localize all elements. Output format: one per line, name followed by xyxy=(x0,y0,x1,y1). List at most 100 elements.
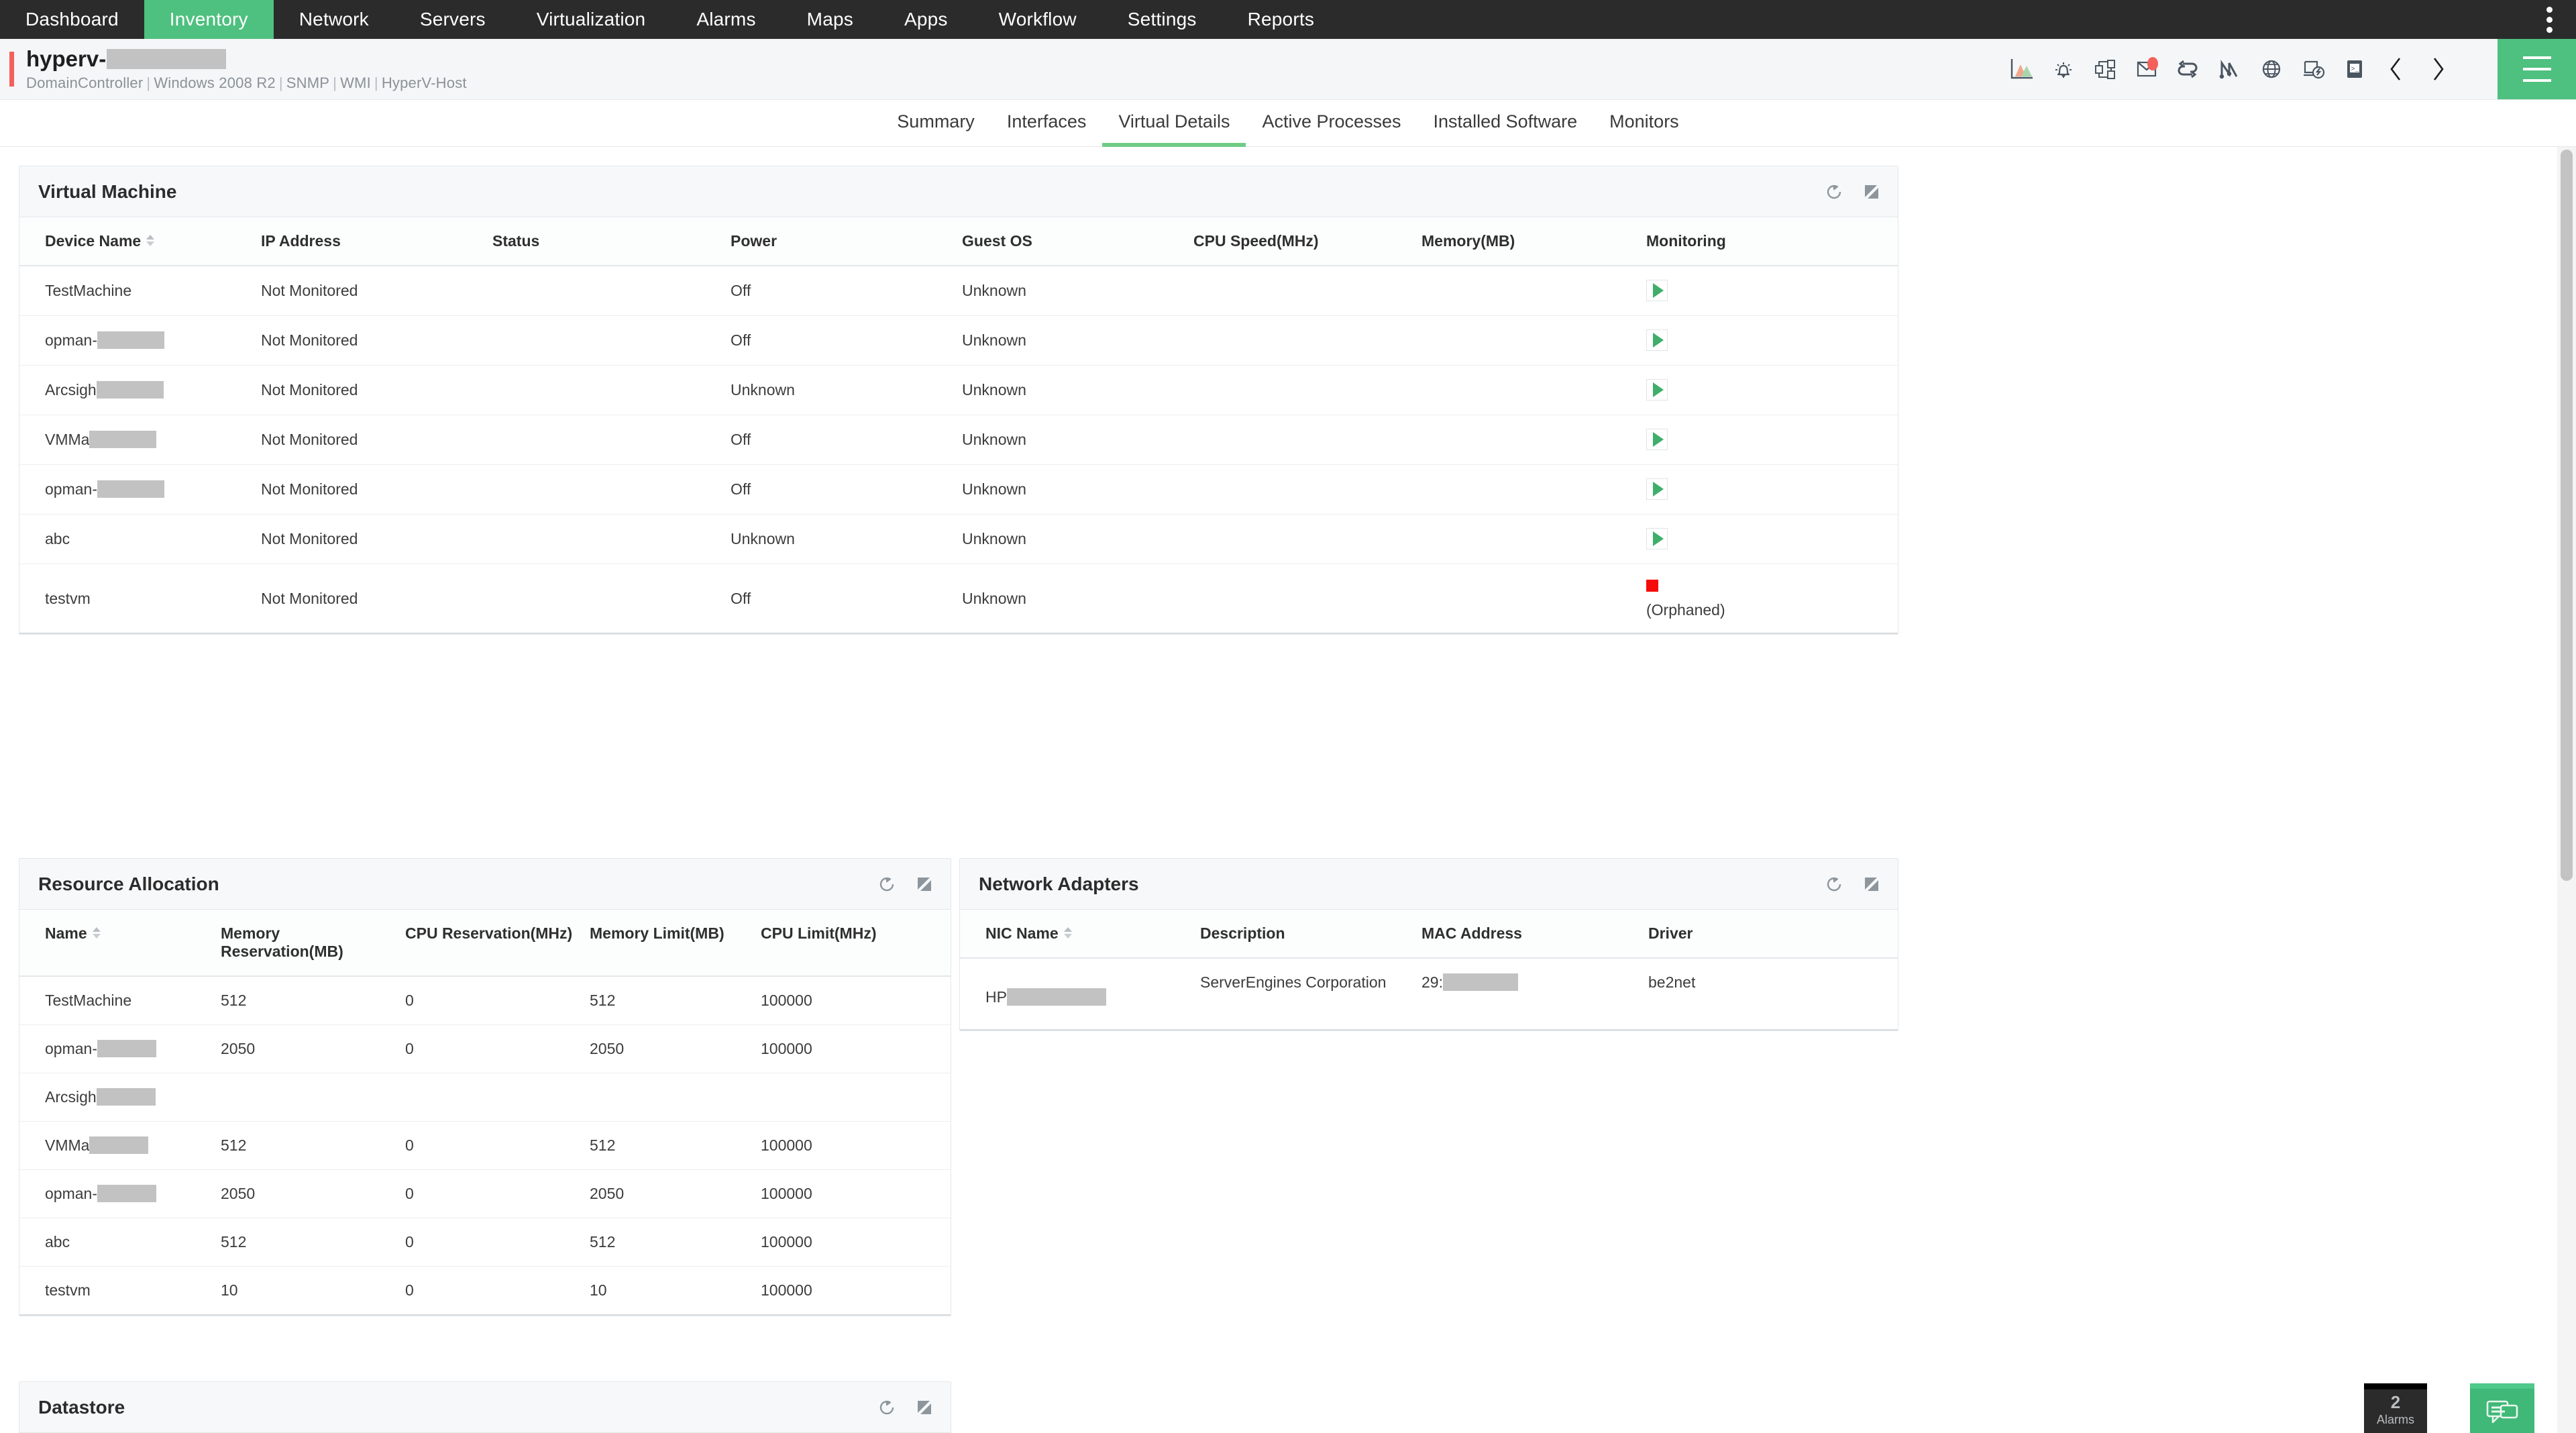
column-header[interactable]: Memory Reservation(MB) xyxy=(221,910,405,977)
expand-icon[interactable] xyxy=(913,873,936,896)
alert-bell-icon[interactable] xyxy=(2043,48,2084,90)
column-header[interactable]: Guest OS xyxy=(962,217,1193,266)
cell-text: opman- xyxy=(45,1040,97,1057)
refresh-icon[interactable] xyxy=(1823,180,1845,203)
table-row[interactable]: VMMa Not Monitored Off Unknown xyxy=(19,415,1898,465)
scrollbar-thumb[interactable] xyxy=(2561,150,2573,881)
redaction-bar xyxy=(96,381,164,399)
workflow-icon[interactable] xyxy=(2084,48,2126,90)
alarms-chip[interactable]: 2 Alarms xyxy=(2364,1383,2427,1433)
vm-power-cell: Off xyxy=(731,464,962,515)
topnav-item-maps[interactable]: Maps xyxy=(782,0,879,39)
topnav-item-workflow[interactable]: Workflow xyxy=(973,0,1102,39)
topnav-item-alarms[interactable]: Alarms xyxy=(671,0,781,39)
sort-arrows-icon[interactable] xyxy=(1063,927,1072,939)
topnav-item-network[interactable]: Network xyxy=(274,0,394,39)
tab-active-processes[interactable]: Active Processes xyxy=(1246,111,1417,147)
kebab-menu-icon[interactable] xyxy=(2534,0,2564,39)
table-row[interactable]: opman- 2050 0 2050 100000 xyxy=(19,1024,951,1073)
virtual-machine-table: Device Name IP Address Status Power Guest OS… xyxy=(19,217,1898,634)
vm-guest-os-cell: Unknown xyxy=(962,415,1193,465)
table-row[interactable]: VMMa 512 0 512 100000 xyxy=(19,1121,951,1170)
table-row[interactable]: testvm 10 0 10 100000 xyxy=(19,1266,951,1316)
topnav-item-inventory[interactable]: Inventory xyxy=(144,0,274,39)
column-header[interactable]: Monitoring xyxy=(1646,217,1898,266)
vm-power-cell: Off xyxy=(731,564,962,634)
column-header[interactable]: Driver xyxy=(1648,910,1898,959)
chat-bubbles-icon[interactable] xyxy=(2470,1383,2534,1433)
column-header[interactable]: MAC Address xyxy=(1421,910,1648,959)
column-header[interactable]: CPU Limit(MHz) xyxy=(761,910,951,977)
refresh-icon[interactable] xyxy=(875,1396,898,1419)
column-header[interactable]: Memory Limit(MB) xyxy=(590,910,761,977)
tab-interfaces[interactable]: Interfaces xyxy=(991,111,1103,147)
hamburger-menu-icon[interactable] xyxy=(2498,39,2576,99)
ra-memory-limit-cell: 512 xyxy=(590,976,761,1025)
column-header[interactable]: NIC Name xyxy=(960,910,1200,959)
column-header[interactable]: CPU Speed(MHz) xyxy=(1193,217,1421,266)
column-header[interactable]: Power xyxy=(731,217,962,266)
topnav-item-apps[interactable]: Apps xyxy=(879,0,973,39)
network-adapters-panel: Network Adapters NIC Name Description MAC … xyxy=(959,858,1898,1031)
table-row[interactable]: opman- Not Monitored Off Unknown xyxy=(19,315,1898,366)
remote-desktop-icon[interactable] xyxy=(2292,48,2334,90)
expand-icon[interactable] xyxy=(913,1396,936,1419)
topnav-item-virtualization[interactable]: Virtualization xyxy=(511,0,672,39)
table-row[interactable]: testvm Not Monitored Off Unknown (Orphaned) xyxy=(19,564,1898,634)
column-header[interactable]: CPU Reservation(MHz) xyxy=(405,910,590,977)
table-row[interactable]: opman- 2050 0 2050 100000 xyxy=(19,1169,951,1218)
network-adapters-panel-header: Network Adapters xyxy=(960,859,1898,910)
table-row[interactable]: Arcsigh Not Monitored Unknown Unknown xyxy=(19,365,1898,415)
prev-device-button[interactable] xyxy=(2375,48,2417,90)
sort-arrows-icon[interactable] xyxy=(92,927,101,939)
table-row[interactable]: opman- Not Monitored Off Unknown xyxy=(19,464,1898,515)
table-row[interactable]: abc Not Monitored Unknown Unknown xyxy=(19,514,1898,564)
start-monitoring-icon[interactable] xyxy=(1646,528,1668,549)
table-row[interactable]: abc 512 0 512 100000 xyxy=(19,1218,951,1267)
rediscover-icon[interactable] xyxy=(2167,48,2209,90)
topnav-item-settings[interactable]: Settings xyxy=(1102,0,1222,39)
tab-installed-software[interactable]: Installed Software xyxy=(1417,111,1594,147)
mail-icon[interactable] xyxy=(2126,48,2167,90)
topnav-item-servers[interactable]: Servers xyxy=(394,0,511,39)
column-header[interactable]: Device Name xyxy=(19,217,261,266)
tab-virtual-details[interactable]: Virtual Details xyxy=(1102,111,1246,147)
column-header[interactable]: Memory(MB) xyxy=(1421,217,1646,266)
start-monitoring-icon[interactable] xyxy=(1646,280,1668,301)
table-row[interactable]: TestMachine 512 0 512 100000 xyxy=(19,976,951,1025)
column-header[interactable]: Description xyxy=(1200,910,1421,959)
column-header[interactable]: Status xyxy=(492,217,731,266)
terminal-icon[interactable]: >_ xyxy=(2334,48,2375,90)
refresh-icon[interactable] xyxy=(875,873,898,896)
redaction-bar xyxy=(97,331,164,349)
traffic-graph-icon[interactable] xyxy=(2209,48,2251,90)
start-monitoring-icon[interactable] xyxy=(1646,429,1668,450)
topnav-item-reports[interactable]: Reports xyxy=(1222,0,1340,39)
column-header[interactable]: Name xyxy=(19,910,221,977)
stop-monitoring-icon[interactable] xyxy=(1646,580,1658,592)
next-device-button[interactable] xyxy=(2417,48,2459,90)
start-monitoring-icon[interactable] xyxy=(1646,379,1668,401)
column-header-label: Status xyxy=(492,232,540,250)
table-row[interactable]: TestMachine Not Monitored Off Unknown xyxy=(19,266,1898,316)
table-row[interactable]: HP ServerEngines Corporation 29: be2net xyxy=(960,958,1898,1030)
sort-arrows-icon[interactable] xyxy=(146,235,155,247)
datastore-panel: Datastore Disk NameCapacity(GB)Free Spac… xyxy=(19,1381,951,1433)
tab-monitors[interactable]: Monitors xyxy=(1593,111,1695,147)
globe-icon[interactable] xyxy=(2251,48,2292,90)
ra-memory-limit-cell: 512 xyxy=(590,1218,761,1267)
page-scrollbar[interactable] xyxy=(2557,147,2576,1433)
ra-name-cell: testvm xyxy=(19,1266,221,1316)
topnav-item-dashboard[interactable]: Dashboard xyxy=(0,0,144,39)
start-monitoring-icon[interactable] xyxy=(1646,478,1668,500)
table-row[interactable]: Arcsigh xyxy=(19,1073,951,1122)
expand-icon[interactable] xyxy=(1860,873,1883,896)
refresh-icon[interactable] xyxy=(1823,873,1845,896)
virtual-machine-panel-header: Virtual Machine xyxy=(19,166,1898,217)
start-monitoring-icon[interactable] xyxy=(1646,329,1668,351)
expand-icon[interactable] xyxy=(1860,180,1883,203)
column-header[interactable]: IP Address xyxy=(261,217,492,266)
column-header-label: NIC Name xyxy=(985,924,1059,942)
performance-chart-icon[interactable] xyxy=(2001,48,2043,90)
tab-summary[interactable]: Summary xyxy=(881,111,991,147)
